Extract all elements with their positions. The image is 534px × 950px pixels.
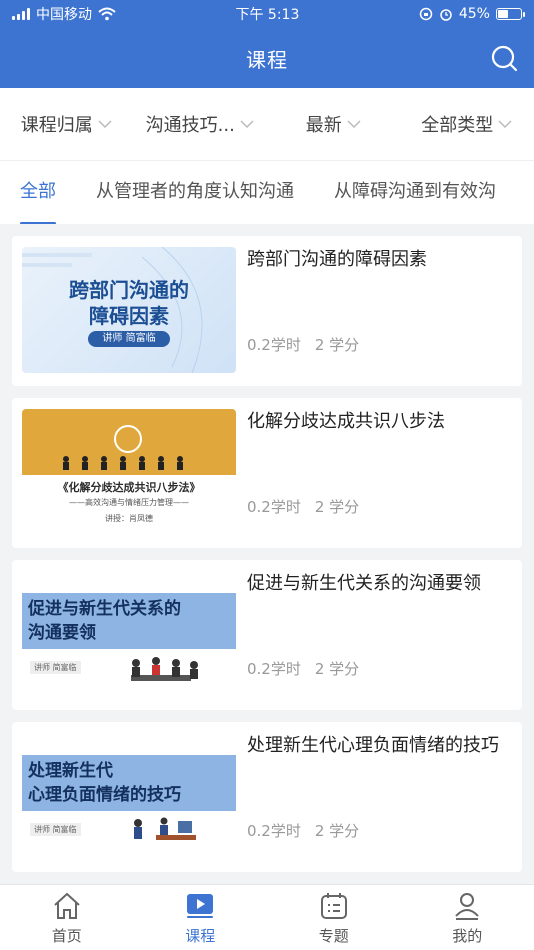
battery-percent: 45%	[458, 6, 490, 22]
nav-me[interactable]: 我的	[401, 885, 534, 950]
nav-label: 专题	[318, 926, 349, 945]
nav-label: 我的	[452, 926, 483, 945]
course-credits: 2 学分	[314, 822, 360, 840]
course-card[interactable]: 处理新生代 心理负面情绪的技巧 讲师 简富临 处理新生代心理负面情绪的技巧 0.2…	[12, 722, 522, 872]
user-icon	[455, 892, 479, 920]
battery-icon	[495, 8, 525, 20]
course-hours: 0.2学时	[247, 822, 301, 840]
nav-home[interactable]: 首页	[0, 885, 134, 950]
office-illustration	[134, 817, 196, 840]
nav-label: 课程	[185, 926, 216, 945]
play-icon	[187, 893, 214, 918]
bottom-nav: 首页 课程 专题 我的	[0, 884, 534, 950]
category-tabs: 全部 从管理者的角度认知沟通 从障碍沟通到有效沟	[0, 160, 534, 224]
nav-courses[interactable]: 课程	[134, 885, 268, 950]
filter-type[interactable]: 全部类型	[401, 111, 534, 137]
nav-topics[interactable]: 专题	[267, 885, 401, 950]
people-icon	[63, 456, 183, 470]
thumb-title-line1: 处理新生代	[28, 761, 113, 781]
signal-icon	[12, 8, 30, 20]
course-credits: 2 学分	[314, 498, 360, 516]
course-title: 跨部门沟通的障碍因素	[247, 249, 427, 270]
chevron-down-icon	[240, 120, 254, 129]
thumb-title-line1: 《化解分歧达成共识八步法》	[57, 481, 201, 494]
status-time: 下午 5:13	[235, 7, 300, 23]
meeting-illustration	[131, 657, 198, 681]
thumb-title-line1: 跨部门沟通的	[69, 278, 189, 302]
thumb-title-line1: 促进与新生代关系的	[28, 599, 181, 619]
filter-category[interactable]: 沟通技巧...	[134, 111, 268, 137]
clock-icon	[114, 425, 142, 453]
filter-bar: 课程归属 沟通技巧... 最新 全部类型	[0, 88, 534, 160]
thumb-lecturer: 讲授：肖凤德	[105, 514, 153, 523]
course-credits: 2 学分	[314, 660, 360, 678]
page-title: 课程	[246, 47, 288, 72]
app-header: 中国移动 下午 5:13 45% 课程	[0, 0, 534, 88]
filter-sort[interactable]: 最新	[267, 111, 401, 137]
thumb-lecturer: 讲师 简富临	[88, 331, 170, 347]
wifi-icon	[98, 7, 116, 21]
tab-all[interactable]: 全部	[0, 161, 76, 224]
tab-barrier-to-effective[interactable]: 从障碍沟通到有效沟	[314, 161, 516, 224]
filter-label: 最新	[305, 115, 342, 136]
thumb-title-line2: 障碍因素	[89, 304, 169, 328]
chevron-down-icon	[98, 120, 112, 129]
lock-rotation-icon	[419, 7, 433, 21]
chevron-down-icon	[347, 120, 361, 129]
chevron-down-icon	[498, 120, 512, 129]
course-card[interactable]: 《化解分歧达成共识八步法》 ——高效沟通与情绪压力管理—— 讲授：肖凤德 化解分…	[12, 398, 522, 548]
nav-label: 首页	[51, 926, 82, 945]
course-list: 跨部门沟通的障碍因素 讲师 简富临 跨部门沟通的障碍因素 0.2学时 2 学分	[12, 236, 522, 884]
search-icon[interactable]	[490, 44, 518, 72]
alarm-icon	[440, 9, 452, 21]
course-thumbnail: 处理新生代心理负面情绪的技巧 讲师 简富临	[22, 733, 236, 859]
filter-course-ownership[interactable]: 课程归属	[0, 111, 134, 137]
course-title: 促进与新生代关系的沟通要领	[247, 573, 481, 594]
course-hours: 0.2学时	[247, 660, 301, 678]
thumb-title-line2: 心理负面情绪的技巧	[28, 785, 181, 805]
course-thumbnail: 促进与新生代关系的 沟通要领 讲师 简富临	[22, 571, 236, 697]
filter-label: 课程归属	[20, 115, 93, 136]
course-card[interactable]: 促进与新生代关系的 沟通要领 讲师 简富临 促进与新生代关系的沟通要领 0.2学时…	[12, 560, 522, 710]
course-credits: 2 学分	[314, 336, 360, 354]
course-hours: 0.2学时	[247, 336, 301, 354]
thumb-lecturer: 讲师 简富临	[30, 823, 81, 836]
tab-manager-perspective[interactable]: 从管理者的角度认知沟通	[76, 161, 314, 224]
home-icon	[54, 892, 80, 919]
thumb-title-line2: ——高效沟通与情绪压力管理——	[69, 498, 189, 507]
thumb-title-line2: 沟通要领	[28, 623, 96, 643]
topic-icon	[320, 892, 347, 919]
status-bar: 中国移动 下午 5:13 45%	[0, 0, 534, 28]
course-thumbnail: 《化解分歧达成共识八步法》 ——高效沟通与情绪压力管理—— 讲授：肖凤德	[22, 409, 236, 535]
thumb-lecturer: 讲师 简富临	[30, 661, 81, 674]
course-hours: 0.2学时	[247, 498, 301, 516]
course-card[interactable]: 跨部门沟通的 障碍因素 讲师 简富临 跨部门沟通的障碍因素 0.2学时 2 学分	[12, 236, 522, 386]
filter-label: 沟通技巧...	[145, 115, 235, 136]
carrier-label: 中国移动	[36, 7, 92, 23]
course-title: 化解分歧达成共识八步法	[247, 411, 445, 432]
course-title: 处理新生代心理负面情绪的技巧	[247, 735, 499, 756]
course-thumbnail: 跨部门沟通的 障碍因素 讲师 简富临	[22, 247, 236, 373]
filter-label: 全部类型	[421, 115, 494, 136]
